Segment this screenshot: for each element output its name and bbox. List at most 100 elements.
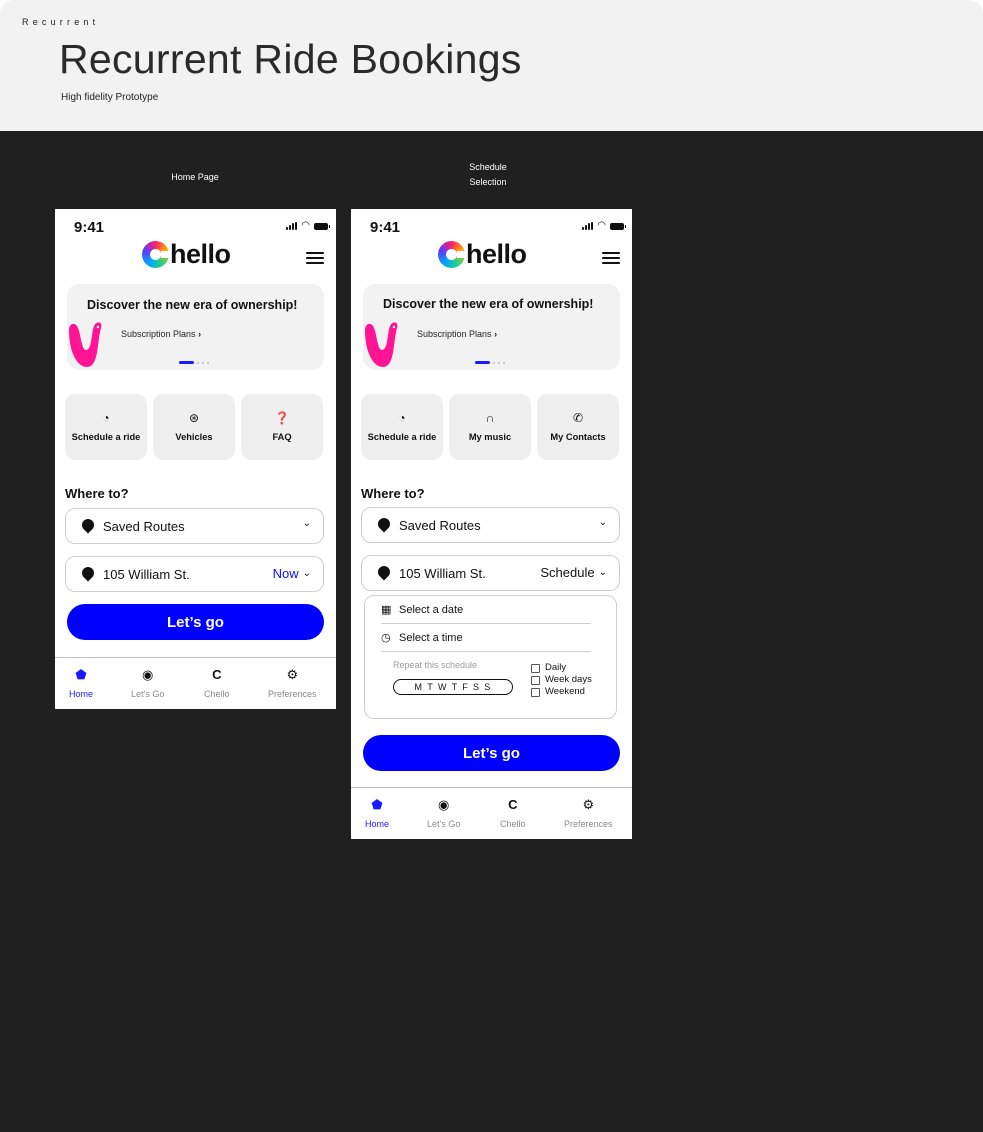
screen-label-schedule: Schedule Selection	[469, 162, 507, 187]
page-header: Recurrent Recurrent Ride Bookings High f…	[0, 0, 983, 131]
home-icon: ⬟	[75, 667, 87, 682]
weekday-selector[interactable]: MTWTFSS	[393, 679, 513, 695]
promo-banner[interactable]: Discover the new era of ownership! Subsc…	[363, 284, 620, 370]
nav-label: Preferences	[564, 819, 613, 829]
nav-preferences[interactable]: ⚙ Preferences	[564, 797, 613, 830]
time-selector[interactable]: Now ⌄	[273, 566, 311, 581]
page-title: Recurrent Ride Bookings	[59, 36, 522, 82]
location-pin-icon	[82, 519, 93, 533]
phone-schedule-selection: 9:41 ◠ hello Discover the new era of own…	[351, 209, 632, 839]
location-pin-icon	[378, 566, 389, 580]
repeat-schedule-label: Repeat this schedule	[393, 660, 478, 670]
checkbox[interactable]	[531, 687, 540, 697]
page-subtitle: High fidelity Prototype	[61, 92, 159, 103]
tile-label: Schedule a ride	[367, 432, 437, 442]
carousel-dot-active[interactable]	[475, 361, 490, 364]
tile-label: FAQ	[272, 432, 292, 442]
carousel-dots[interactable]	[179, 361, 209, 364]
logo-text: hello	[466, 239, 527, 269]
chevron-down-icon: ⌄	[302, 568, 311, 579]
select-time-row[interactable]: ◷ Select a time	[381, 624, 591, 652]
carousel-dot-active[interactable]	[179, 361, 194, 364]
chello-icon: C	[508, 797, 518, 812]
lets-go-button[interactable]: Let’s go	[67, 604, 324, 640]
location-pin-icon	[82, 567, 93, 581]
chevron-down-icon: ⌄	[302, 518, 311, 529]
nav-label: Home	[365, 819, 390, 829]
option-daily[interactable]: Daily	[531, 662, 592, 674]
nav-preferences[interactable]: ⚙ Preferences	[268, 668, 317, 700]
saved-routes-dropdown[interactable]: Saved Routes ⌄	[361, 507, 620, 543]
tile-my-contacts[interactable]: ✆ My Contacts	[537, 394, 619, 460]
option-week-days[interactable]: Week days	[531, 674, 592, 686]
carousel-dot[interactable]	[493, 361, 495, 364]
carousel-dot[interactable]	[498, 361, 500, 364]
tile-my-music[interactable]: ∩ My music	[449, 394, 531, 460]
carousel-dot[interactable]	[503, 361, 505, 364]
chevron-down-icon: ⌄	[598, 567, 607, 578]
tile-vehicles[interactable]: ⊛ Vehicles	[153, 394, 235, 460]
battery-icon	[610, 222, 626, 230]
saved-routes-label: Saved Routes	[399, 517, 481, 533]
checkbox[interactable]	[531, 675, 540, 685]
hamburger-menu-icon[interactable]	[306, 252, 324, 264]
destination-field[interactable]: 105 William St. Schedule ⌄	[361, 555, 620, 591]
nav-chello[interactable]: C Chello	[204, 668, 230, 700]
subscription-plans-link[interactable]: Subscription Plans ›	[121, 329, 201, 339]
worm-mascot-icon	[365, 322, 398, 367]
nav-home[interactable]: ⬟ Home	[69, 667, 94, 700]
nav-label: Home	[69, 689, 94, 699]
gear-icon: ⚙	[582, 797, 595, 812]
worm-mascot-icon	[69, 322, 102, 367]
saved-routes-dropdown[interactable]: Saved Routes ⌄	[65, 508, 324, 544]
tile-schedule-ride[interactable]: ◔ Schedule a ride	[361, 394, 443, 460]
quick-actions: ◔ Schedule a ride ∩ My music ✆ My Contac…	[361, 394, 619, 460]
time-selector[interactable]: Schedule ⌄	[540, 565, 607, 580]
tile-faq[interactable]: ❓ FAQ	[241, 394, 323, 460]
select-time-label: Select a time	[399, 631, 463, 644]
carousel-dot[interactable]	[202, 361, 204, 364]
nav-label: Chello	[204, 689, 230, 699]
carousel-dot[interactable]	[197, 361, 199, 364]
clock-icon: ◔	[398, 411, 406, 425]
nav-home[interactable]: ⬟ Home	[365, 797, 390, 830]
chello-c-icon	[142, 241, 171, 268]
checkbox[interactable]	[531, 663, 540, 673]
status-time: 9:41	[370, 219, 401, 236]
saved-routes-label: Saved Routes	[103, 518, 185, 534]
destination-address: 105 William St.	[103, 566, 190, 582]
nav-chello[interactable]: C Chello	[500, 797, 526, 830]
carousel-dot[interactable]	[207, 361, 209, 364]
chevron-right-icon: ›	[494, 329, 498, 339]
nav-lets-go[interactable]: ◉ Let’s Go	[131, 668, 164, 700]
destination-field[interactable]: 105 William St. Now ⌄	[65, 556, 324, 592]
hamburger-menu-icon[interactable]	[602, 252, 620, 264]
clock-icon: ◔	[102, 411, 110, 425]
select-date-row[interactable]: ▦ Select a date	[381, 596, 591, 624]
nav-lets-go[interactable]: ◉ Let’s Go	[427, 797, 460, 830]
signal-icon	[286, 222, 298, 230]
option-label: Week days	[545, 674, 592, 685]
bottom-nav: ⬟ Home ◉ Let’s Go C Chello ⚙ Preferences	[351, 787, 632, 839]
logo-text: hello	[170, 239, 231, 269]
phone-icon: ✆	[572, 411, 584, 425]
tile-schedule-ride[interactable]: ◔ Schedule a ride	[65, 394, 147, 460]
chello-c-icon	[438, 241, 467, 268]
option-weekend[interactable]: Weekend	[531, 686, 592, 698]
home-icon: ⬟	[371, 797, 383, 812]
chello-logo: hello	[142, 239, 231, 270]
tile-label: Vehicles	[175, 432, 213, 442]
quick-actions: ◔ Schedule a ride ⊛ Vehicles ❓ FAQ	[65, 394, 323, 460]
lets-go-button[interactable]: Let’s go	[363, 735, 620, 771]
promo-banner[interactable]: Discover the new era of ownership! Subsc…	[67, 284, 324, 370]
wifi-icon: ◠	[301, 220, 310, 231]
subscription-plans-link[interactable]: Subscription Plans ›	[417, 329, 497, 339]
pin-icon: ◉	[438, 797, 450, 812]
chevron-right-icon: ›	[198, 329, 202, 339]
banner-link-label: Subscription Plans	[121, 329, 196, 339]
where-to-heading: Where to?	[65, 486, 129, 501]
location-pin-icon	[378, 518, 389, 532]
banner-title: Discover the new era of ownership!	[87, 298, 298, 312]
banner-title: Discover the new era of ownership!	[383, 297, 594, 311]
carousel-dots[interactable]	[475, 361, 505, 364]
